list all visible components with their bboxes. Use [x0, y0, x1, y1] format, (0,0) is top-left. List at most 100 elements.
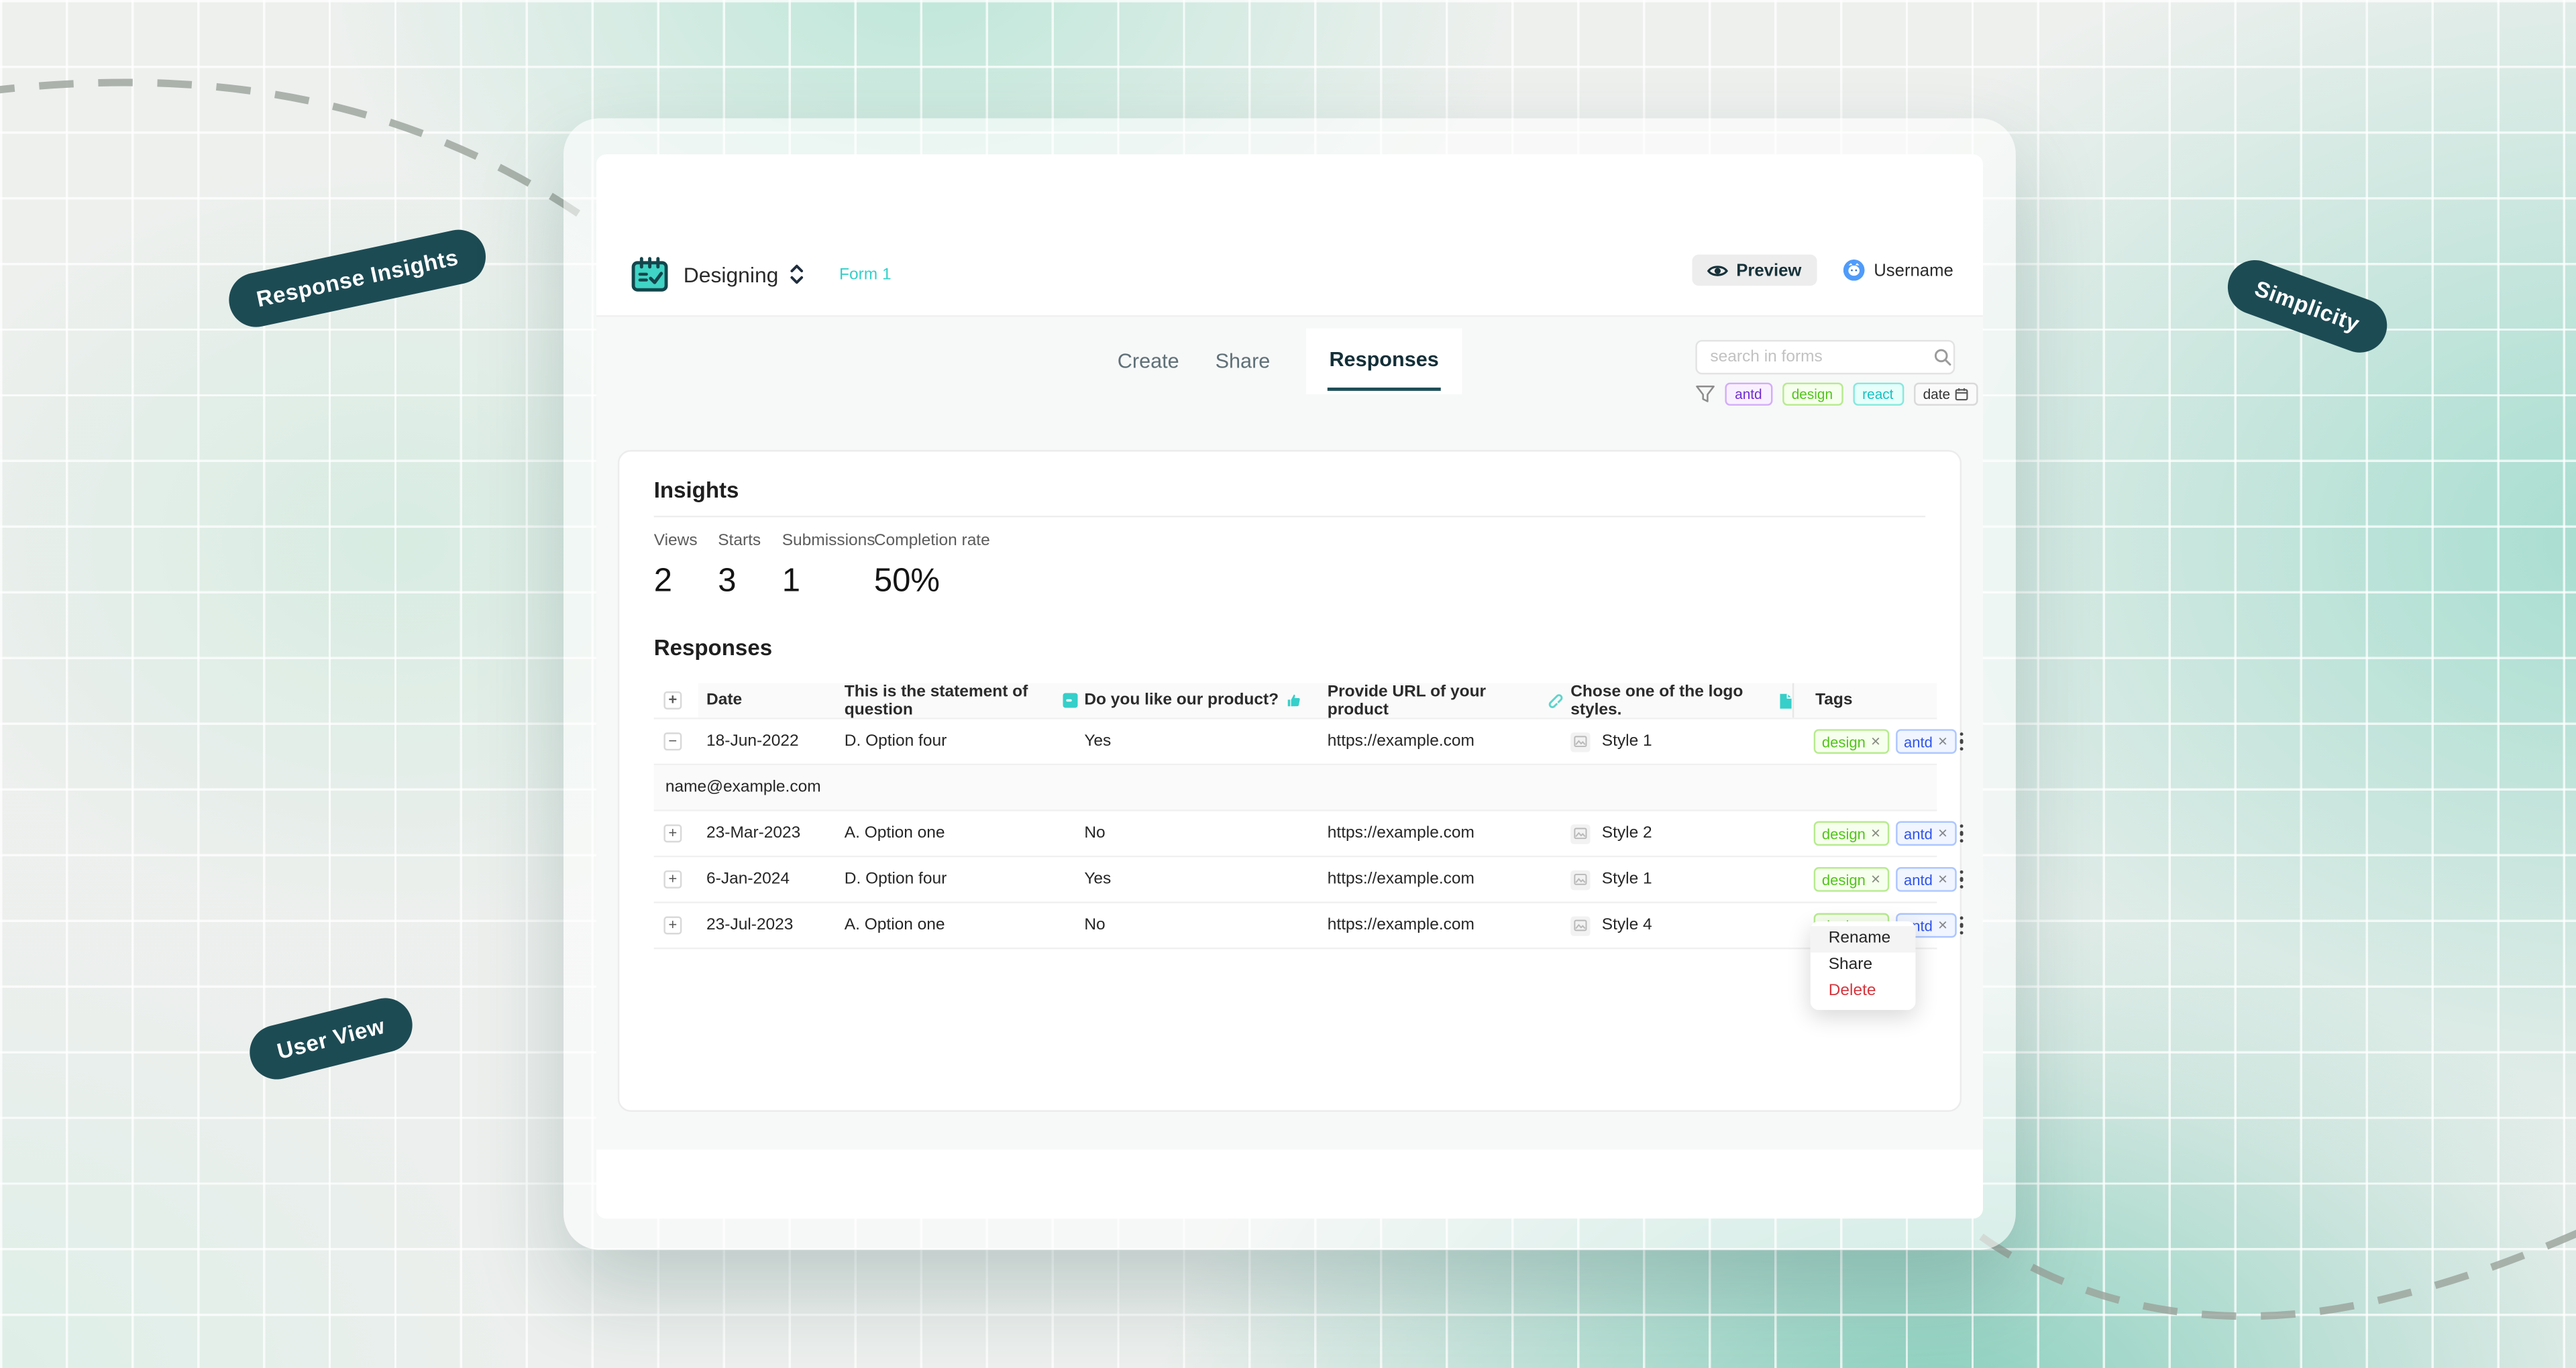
- preview-label: Preview: [1736, 260, 1801, 280]
- col-logo-style: Chose one of the logo styles.: [1564, 683, 1792, 718]
- col-statement: This is the statement of question: [837, 683, 1078, 718]
- menu-item-rename[interactable]: Rename: [1811, 926, 1916, 952]
- row-more-icon[interactable]: [1956, 866, 1967, 892]
- tag-close-icon[interactable]: [1937, 872, 1947, 887]
- thumbs-up-icon: [1287, 693, 1301, 707]
- cell-url[interactable]: https://example.com: [1321, 811, 1564, 856]
- expand-all-button[interactable]: [663, 691, 682, 709]
- filter-funnel-icon[interactable]: [1695, 384, 1715, 404]
- responses-table: Date This is the statement of question D…: [654, 683, 1937, 950]
- app-logo-icon: [631, 256, 668, 292]
- tag-close-icon[interactable]: [1937, 826, 1947, 841]
- cell-statement: A. Option one: [837, 811, 1078, 856]
- cell-tags: design antd: [1792, 811, 1937, 856]
- cell-logo-style: Style 2: [1564, 811, 1792, 856]
- app-body: Create Share Responses: [596, 317, 1983, 1150]
- col-like: Do you like our product?: [1078, 683, 1321, 718]
- stat-completion-rate: Completion rate 50%: [874, 532, 990, 601]
- cell-like: No: [1078, 903, 1321, 948]
- search-icon[interactable]: [1933, 348, 1951, 366]
- search-box: [1695, 340, 1955, 374]
- tag-close-icon[interactable]: [1870, 826, 1880, 841]
- app-window: Designing Form 1: [564, 118, 2016, 1249]
- menu-item-share[interactable]: Share: [1811, 952, 1916, 978]
- filter-tag-antd[interactable]: antd: [1725, 383, 1772, 406]
- expanded-email: name@example.com: [665, 779, 821, 797]
- row-more-icon[interactable]: [1956, 729, 1967, 754]
- cell-url[interactable]: https://example.com: [1321, 857, 1564, 901]
- file-icon: [1779, 692, 1792, 708]
- tag-antd: antd: [1896, 867, 1956, 892]
- dashed-curve-bottom-right: [1981, 1225, 2576, 1316]
- cell-like: No: [1078, 811, 1321, 856]
- cell-date: 18-Jun-2022: [698, 720, 837, 764]
- stat-starts: Starts 3: [718, 532, 782, 601]
- table-row: 23-Mar-2023 A. Option one No https://exa…: [654, 811, 1937, 858]
- cell-date: 23-Mar-2023: [698, 811, 837, 856]
- row-more-icon[interactable]: [1956, 913, 1967, 938]
- header-right: Preview Username: [1692, 255, 1953, 286]
- badge-response-insights: Response Insights: [224, 225, 491, 332]
- row-context-menu: Rename Share Delete: [1811, 921, 1916, 1010]
- app-title: Designing: [684, 262, 779, 287]
- app-header: Designing Form 1: [596, 154, 1983, 317]
- tag-close-icon[interactable]: [1870, 734, 1880, 749]
- form-field-icon: [1063, 693, 1077, 707]
- image-placeholder-icon: [1570, 823, 1590, 843]
- collapse-row-button[interactable]: [663, 732, 682, 750]
- filter-row: antd design react date: [1695, 383, 1978, 406]
- tag-design: design: [1814, 867, 1889, 892]
- app-footer: [596, 1149, 1983, 1218]
- expanded-row: name@example.com: [654, 765, 1937, 811]
- cell-logo-style: Style 1: [1564, 720, 1792, 764]
- cell-url[interactable]: https://example.com: [1321, 903, 1564, 948]
- content-card: Insights Views 2 Starts 3 Submissions: [618, 450, 1962, 1112]
- image-placeholder-icon: [1570, 870, 1590, 889]
- form-label[interactable]: Form 1: [839, 266, 892, 284]
- eye-icon: [1707, 262, 1728, 278]
- preview-button[interactable]: Preview: [1692, 255, 1816, 286]
- tag-close-icon[interactable]: [1937, 918, 1947, 933]
- cell-tags: design antd: [1792, 720, 1937, 764]
- cell-date: 6-Jan-2024: [698, 857, 837, 901]
- username[interactable]: Username: [1874, 260, 1953, 280]
- insights-stats: Views 2 Starts 3 Submissions 1 Complet: [654, 532, 990, 601]
- cell-url[interactable]: https://example.com: [1321, 720, 1564, 764]
- dashed-curve-top-left: [0, 82, 578, 213]
- tab-responses[interactable]: Responses: [1306, 329, 1462, 394]
- expand-row-button[interactable]: [663, 870, 682, 889]
- app-panel: Designing Form 1: [596, 154, 1983, 1218]
- calendar-icon: [1955, 388, 1968, 401]
- avatar[interactable]: [1843, 260, 1864, 281]
- table-row: 23-Jul-2023 A. Option one No https://exa…: [654, 903, 1937, 950]
- tag-design: design: [1814, 729, 1889, 754]
- cell-like: Yes: [1078, 720, 1321, 764]
- tag-antd: antd: [1896, 821, 1956, 846]
- col-url: Provide URL of your product: [1321, 683, 1564, 718]
- cell-date: 23-Jul-2023: [698, 903, 837, 948]
- badge-user-view: User View: [244, 992, 419, 1085]
- cell-statement: A. Option one: [837, 903, 1078, 948]
- col-date: Date: [698, 683, 837, 718]
- sort-swap-icon[interactable]: [788, 263, 804, 286]
- image-placeholder-icon: [1570, 915, 1590, 935]
- insights-title: Insights: [654, 478, 739, 503]
- badge-simplicity: Simplicity: [2220, 253, 2395, 360]
- tag-antd: antd: [1896, 729, 1956, 754]
- cell-statement: D. Option four: [837, 720, 1078, 764]
- tag-close-icon[interactable]: [1870, 872, 1880, 887]
- tag-close-icon[interactable]: [1937, 734, 1947, 749]
- tab-create[interactable]: Create: [1118, 350, 1179, 373]
- tab-share[interactable]: Share: [1216, 350, 1271, 373]
- search-input[interactable]: [1697, 348, 1934, 366]
- filter-tag-react[interactable]: react: [1852, 383, 1903, 406]
- expand-row-button[interactable]: [663, 824, 682, 842]
- filter-tag-design[interactable]: design: [1782, 383, 1843, 406]
- menu-item-delete[interactable]: Delete: [1811, 979, 1916, 1005]
- brand: Designing Form 1: [631, 256, 891, 292]
- cell-logo-style: Style 4: [1564, 903, 1792, 948]
- expand-row-button[interactable]: [663, 917, 682, 935]
- link-icon: [1548, 692, 1564, 708]
- row-more-icon[interactable]: [1956, 821, 1967, 846]
- filter-tag-date[interactable]: date: [1913, 383, 1978, 406]
